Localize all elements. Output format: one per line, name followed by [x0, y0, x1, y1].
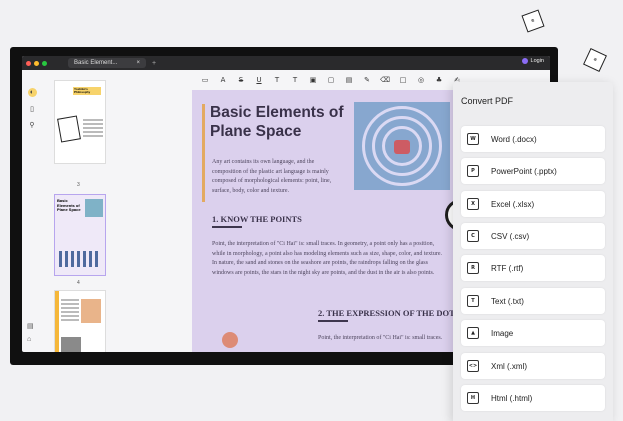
- annotation-toolbar: ▭ A S U T T ▣ ▢ ▤ ✎ ⌫ □ ◎ ♣ ✍: [200, 74, 490, 86]
- option-label: PowerPoint (.pptx): [491, 166, 557, 176]
- panel-title: Convert PDF: [461, 96, 514, 106]
- convert-excel-option[interactable]: X Excel (.xlsx): [461, 191, 605, 217]
- pdf-doc-deco-icon: ≡: [583, 48, 607, 72]
- maximize-window-button[interactable]: [42, 60, 47, 66]
- attachment-icon[interactable]: ⚲: [28, 120, 37, 129]
- convert-image-option[interactable]: ▲ Image: [461, 320, 605, 346]
- convert-preview-overlay: [192, 90, 458, 352]
- thumb-image: [81, 299, 101, 323]
- pencil-icon[interactable]: ✎: [362, 76, 372, 84]
- convert-rtf-option[interactable]: R RTF (.rtf): [461, 255, 605, 281]
- underline-icon[interactable]: U: [254, 76, 264, 84]
- new-tab-button[interactable]: +: [152, 60, 156, 67]
- html-icon: H: [467, 392, 479, 404]
- xml-icon: <>: [467, 360, 479, 372]
- app-showcase: ≡ ≡ Basic Element... × + Login ▭ A S U T…: [0, 0, 623, 421]
- stamp-icon[interactable]: ♣: [434, 76, 444, 84]
- thumb-image: [85, 199, 103, 217]
- thumb-text-lines: [61, 299, 79, 301]
- note-icon[interactable]: ▤: [344, 76, 354, 84]
- comment-icon[interactable]: ▭: [200, 76, 210, 84]
- tab-close-icon[interactable]: ×: [136, 60, 140, 66]
- option-label: CSV (.csv): [491, 231, 530, 241]
- login-button[interactable]: Login: [521, 58, 544, 64]
- strikethrough-icon[interactable]: S: [236, 76, 246, 84]
- trash-icon[interactable]: ⌂: [27, 336, 34, 343]
- document-tab[interactable]: Basic Element... ×: [68, 58, 146, 68]
- option-label: Xml (.xml): [491, 361, 527, 371]
- convert-pdf-panel: Convert PDF W Word (.docx) P PowerPoint (.…: [453, 82, 613, 421]
- layers-icon[interactable]: ▤: [27, 322, 34, 330]
- pdf-doc-deco-icon: ≡: [521, 9, 545, 33]
- page-number: 3: [77, 182, 80, 188]
- word-icon: W: [467, 133, 479, 145]
- option-label: Text (.txt): [491, 296, 524, 306]
- thumb-figure: [57, 115, 81, 143]
- option-label: Image: [491, 328, 514, 338]
- page-number: 4: [77, 280, 80, 286]
- page-thumbnail-5[interactable]: [54, 290, 106, 352]
- convert-html-option[interactable]: H Html (.html): [461, 385, 605, 411]
- sticker-icon[interactable]: ◎: [416, 76, 426, 84]
- excel-icon: X: [467, 198, 479, 210]
- left-rail: ◐ ▯ ⚲: [26, 88, 38, 129]
- textbox-icon[interactable]: ▣: [308, 76, 318, 84]
- highlight-icon[interactable]: A: [218, 76, 228, 84]
- option-label: Word (.docx): [491, 134, 537, 144]
- thumb-image: [61, 337, 81, 352]
- thumb-accent-bar: [55, 291, 59, 352]
- option-label: RTF (.rtf): [491, 263, 524, 273]
- squiggly-icon[interactable]: T: [272, 76, 282, 84]
- close-window-button[interactable]: [26, 60, 31, 66]
- page-thumbnail-4[interactable]: Basic Elements of Plane Space: [54, 194, 106, 276]
- convert-word-option[interactable]: W Word (.docx): [461, 126, 605, 152]
- image-icon: ▲: [467, 327, 479, 339]
- left-rail-bottom: ▤ ⌂: [27, 322, 34, 343]
- thumb-title: Basic Elements of Plane Space: [57, 198, 81, 212]
- thumb-title: Yoshiko's Philosophy: [73, 87, 101, 95]
- minimize-window-button[interactable]: [34, 60, 39, 66]
- avatar: [521, 58, 528, 64]
- thumbnails-icon[interactable]: ◐: [27, 88, 37, 97]
- rtf-icon: R: [467, 262, 479, 274]
- convert-xml-option[interactable]: <> Xml (.xml): [461, 353, 605, 379]
- callout-icon[interactable]: ▢: [326, 76, 336, 84]
- thumbnail-panel: Yoshiko's Philosophy 3 Basic Elements of…: [40, 74, 170, 352]
- option-label: Excel (.xlsx): [491, 199, 535, 209]
- login-label: Login: [530, 58, 544, 64]
- convert-powerpoint-option[interactable]: P PowerPoint (.pptx): [461, 158, 605, 184]
- convert-csv-option[interactable]: C CSV (.csv): [461, 223, 605, 249]
- text-icon[interactable]: T: [290, 76, 300, 84]
- page-thumbnail-3[interactable]: Yoshiko's Philosophy: [54, 80, 106, 164]
- shape-icon[interactable]: □: [398, 76, 408, 84]
- thumb-figure: [59, 251, 99, 267]
- bookmark-icon[interactable]: ▯: [28, 104, 37, 113]
- csv-icon: C: [467, 230, 479, 242]
- title-bar: Basic Element... × + Login: [22, 56, 550, 70]
- eraser-icon[interactable]: ⌫: [380, 76, 390, 84]
- text-icon: T: [467, 295, 479, 307]
- powerpoint-icon: P: [467, 165, 479, 177]
- thumb-text-lines: [83, 119, 103, 121]
- convert-text-option[interactable]: T Text (.txt): [461, 288, 605, 314]
- option-label: Html (.html): [491, 393, 533, 403]
- tab-title: Basic Element...: [74, 60, 118, 66]
